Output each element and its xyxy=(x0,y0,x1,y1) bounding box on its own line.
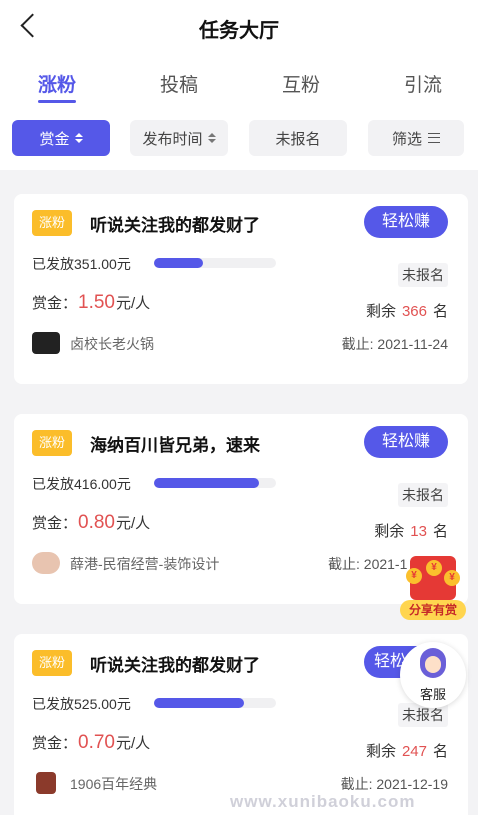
category-badge: 涨粉 xyxy=(32,430,73,456)
reward-unit: 元/人 xyxy=(116,295,151,312)
tab-grow-fans[interactable]: 涨粉 xyxy=(38,70,76,97)
reward: 赏金：1.50元/人 xyxy=(32,292,150,314)
task-title: 听说关注我的都发财了 xyxy=(90,216,260,235)
coin-icon: ¥ xyxy=(406,568,422,584)
progress-fill xyxy=(154,258,203,268)
reward-label: 赏金： xyxy=(32,735,78,752)
customer-service-label: 客服 xyxy=(419,687,446,702)
creator-name: 薛港-民宿经营-装饰设计 xyxy=(70,556,220,572)
category-badge: 涨粉 xyxy=(32,650,73,676)
filter-reward-label: 赏金 xyxy=(39,130,70,148)
progress-bar xyxy=(154,698,276,708)
deadline: 截止: 2021-12-19 xyxy=(340,776,448,792)
menu-icon xyxy=(428,133,440,143)
customer-service-icon xyxy=(420,648,446,678)
remaining-slots: 剩余 13 名 xyxy=(374,520,448,541)
issued-amount: 已发放416.00元 xyxy=(32,476,131,492)
top-bar: 任务大厅 xyxy=(0,0,478,56)
progress-bar xyxy=(154,258,276,268)
filter-not-enrolled[interactable]: 未报名 xyxy=(249,120,347,156)
status-badge: 未报名 xyxy=(398,263,448,287)
task-title: 海纳百川皆兄弟，速来 xyxy=(90,436,260,455)
remaining-slots: 剩余 247 名 xyxy=(366,740,448,761)
remain-value: 366 xyxy=(401,303,427,320)
filter-bar: 赏金 发布时间 未报名 筛选 xyxy=(0,108,478,170)
remain-label: 剩余 xyxy=(365,743,396,760)
remain-unit: 名 xyxy=(432,303,448,320)
task-title: 听说关注我的都发财了 xyxy=(90,656,260,675)
deadline: 截止: 2021-11-24 xyxy=(341,336,448,352)
page-title: 任务大厅 xyxy=(199,20,279,42)
reward-value: 0.70 xyxy=(78,732,115,753)
sort-icon xyxy=(207,133,216,143)
reward: 赏金：0.70元/人 xyxy=(32,732,150,754)
issued-amount: 已发放525.00元 xyxy=(32,696,131,712)
avatar xyxy=(36,772,56,794)
tab-traffic[interactable]: 引流 xyxy=(404,70,442,97)
remain-value: 247 xyxy=(401,743,427,760)
share-reward-label: 分享有赏 xyxy=(400,600,466,620)
filter-not-enrolled-label: 未报名 xyxy=(275,130,321,148)
watermark: www.xunibaoku.com xyxy=(230,792,416,811)
filter-reward-sort[interactable]: 赏金 xyxy=(12,120,110,156)
avatar xyxy=(32,552,60,574)
filter-button[interactable]: 筛选 xyxy=(368,120,464,156)
creator-name: 卤校长老火锅 xyxy=(70,336,154,352)
filter-publish-time-sort[interactable]: 发布时间 xyxy=(130,120,228,156)
filter-label: 筛选 xyxy=(391,130,422,148)
share-reward-button[interactable]: ¥ ¥ ¥ 分享有赏 xyxy=(400,556,466,626)
easy-earn-button[interactable]: 轻松赚 xyxy=(364,206,448,238)
easy-earn-button[interactable]: 轻松赚 xyxy=(364,426,448,458)
remain-unit: 名 xyxy=(432,743,448,760)
tab-bar: 涨粉 投稿 互粉 引流 xyxy=(0,56,478,108)
active-tab-indicator xyxy=(38,100,76,103)
category-badge: 涨粉 xyxy=(32,210,73,236)
reward-value: 0.80 xyxy=(78,512,115,533)
tab-submission[interactable]: 投稿 xyxy=(160,70,198,97)
task-card[interactable]: 涨粉 听说关注我的都发财了 轻松 已发放525.00元 未报名 赏金：0.70元… xyxy=(14,634,468,815)
customer-service-button[interactable]: 客服 xyxy=(400,642,466,708)
reward: 赏金：0.80元/人 xyxy=(32,512,150,534)
remaining-slots: 剩余 366 名 xyxy=(366,300,448,321)
reward-label: 赏金： xyxy=(32,295,78,312)
progress-fill xyxy=(154,698,245,708)
task-card[interactable]: 涨粉 听说关注我的都发财了 轻松赚 已发放351.00元 未报名 赏金：1.50… xyxy=(14,194,468,384)
sort-icon xyxy=(74,133,83,143)
remain-label: 剩余 xyxy=(365,303,396,320)
deadline: 截止: 2021-1 xyxy=(328,556,408,572)
remain-unit: 名 xyxy=(432,523,448,540)
reward-unit: 元/人 xyxy=(116,515,151,532)
coin-icon: ¥ xyxy=(444,570,460,586)
status-badge: 未报名 xyxy=(398,483,448,507)
reward-value: 1.50 xyxy=(78,292,115,313)
remain-label: 剩余 xyxy=(374,523,405,540)
progress-bar xyxy=(154,478,276,488)
creator-name: 1906百年经典 xyxy=(70,776,158,792)
tab-mutual-follow[interactable]: 互粉 xyxy=(282,70,320,97)
remain-value: 13 xyxy=(410,523,427,540)
reward-label: 赏金： xyxy=(32,515,78,532)
filter-publish-time-label: 发布时间 xyxy=(142,130,203,148)
reward-unit: 元/人 xyxy=(116,735,151,752)
coin-icon: ¥ xyxy=(426,560,442,576)
issued-amount: 已发放351.00元 xyxy=(32,256,131,272)
progress-fill xyxy=(154,478,259,488)
avatar xyxy=(32,332,60,354)
